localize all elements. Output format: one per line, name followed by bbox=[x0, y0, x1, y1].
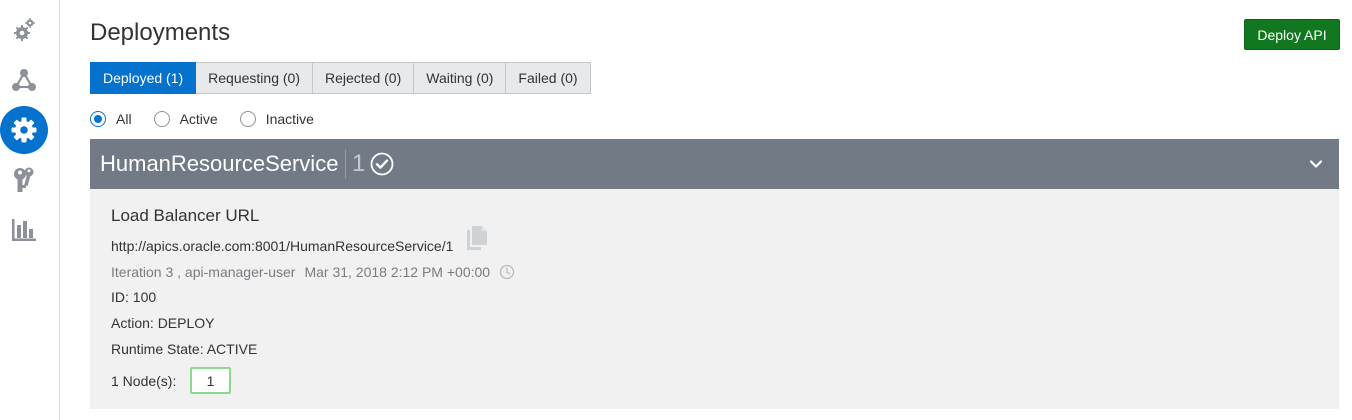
check-circle-icon bbox=[370, 152, 394, 176]
sidebar-item-analytics[interactable] bbox=[0, 206, 48, 254]
copy-icon[interactable] bbox=[466, 225, 488, 251]
clock-icon bbox=[499, 264, 515, 280]
filter-active-label: Active bbox=[179, 111, 218, 127]
chevron-down-icon[interactable] bbox=[1308, 156, 1324, 172]
load-balancer-title: Load Balancer URL bbox=[111, 206, 260, 225]
service-deployment-count: 1 bbox=[352, 150, 366, 177]
service-header-divider bbox=[345, 150, 346, 178]
filter-all-label: All bbox=[116, 111, 132, 127]
page-title: Deployments bbox=[90, 19, 231, 46]
runtime-state: Runtime State: ACTIVE bbox=[111, 341, 258, 357]
nodes-label: 1 Node(s): bbox=[111, 373, 177, 389]
tab-requesting[interactable]: Requesting (0) bbox=[196, 62, 313, 94]
network-icon bbox=[12, 69, 36, 91]
filter-all-option[interactable]: All bbox=[90, 111, 132, 127]
tab-rejected[interactable]: Rejected (0) bbox=[312, 62, 415, 94]
deployment-id: ID: 100 bbox=[111, 289, 157, 305]
service-header[interactable]: HumanResourceService 1 bbox=[90, 139, 1339, 189]
deployment-timestamp: Mar 31, 2018 2:12 PM +00:00 bbox=[304, 264, 491, 280]
filter-inactive-option[interactable]: Inactive bbox=[239, 111, 314, 127]
service-details-panel: Load Balancer URL http://apics.oracle.co… bbox=[90, 189, 1339, 409]
tab-deployed[interactable]: Deployed (1) bbox=[90, 62, 197, 94]
deploy-api-button[interactable]: Deploy API bbox=[1244, 19, 1340, 50]
gear-icon bbox=[11, 117, 37, 143]
sidebar-item-network[interactable] bbox=[0, 56, 48, 104]
sidebar-item-keys[interactable] bbox=[0, 156, 48, 204]
iteration-user: Iteration 3 , api-manager-user bbox=[111, 264, 296, 280]
tab-waiting[interactable]: Waiting (0) bbox=[414, 62, 507, 94]
filter-inactive-label: Inactive bbox=[265, 111, 314, 127]
sidebar-item-deployments[interactable] bbox=[0, 106, 48, 154]
bar-chart-icon bbox=[12, 219, 36, 241]
state-filter: All Active Inactive bbox=[90, 109, 336, 129]
service-name: HumanResourceService bbox=[100, 151, 339, 176]
tab-failed[interactable]: Failed (0) bbox=[506, 62, 591, 94]
filter-inactive-radio[interactable] bbox=[239, 111, 256, 127]
nodes-count-input[interactable] bbox=[190, 367, 231, 394]
left-sidebar bbox=[0, 0, 60, 420]
radio-selected-dot bbox=[94, 115, 102, 123]
deployment-action: Action: DEPLOY bbox=[111, 315, 215, 331]
settings-small-icon bbox=[14, 18, 35, 41]
deployment-status-tabs: Deployed (1) Requesting (0) Rejected (0)… bbox=[90, 62, 591, 94]
sidebar-item-settings[interactable] bbox=[0, 6, 48, 54]
filter-all-radio[interactable] bbox=[90, 111, 106, 127]
iteration-info: Iteration 3 , api-manager-user Mar 31, 2… bbox=[111, 263, 515, 281]
load-balancer-url: http://apics.oracle.com:8001/HumanResour… bbox=[111, 238, 454, 254]
filter-active-radio[interactable] bbox=[153, 111, 170, 127]
filter-active-option[interactable]: Active bbox=[153, 111, 218, 127]
keys-icon bbox=[14, 167, 34, 192]
